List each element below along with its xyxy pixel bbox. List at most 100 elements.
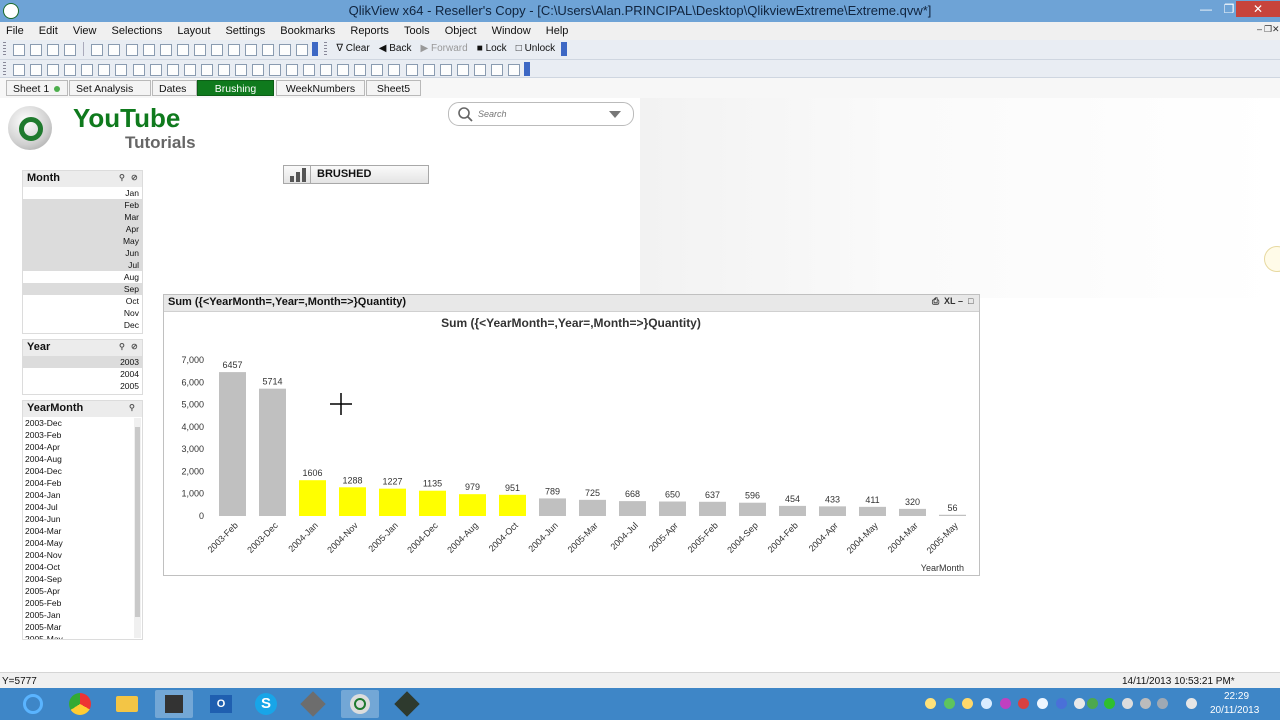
toolbar-grip[interactable] [3,42,6,56]
print-pdf-icon[interactable] [108,44,121,56]
toolbar-overflow[interactable] [523,62,530,76]
debug-icon[interactable] [279,44,292,56]
slider-icon[interactable] [217,64,230,76]
month-listbox-item[interactable]: Dec [23,319,142,331]
yearmonth-listbox-item[interactable]: 2004-Jun [23,513,133,525]
menu-help[interactable]: Help [540,22,575,37]
yearmonth-listbox[interactable]: YearMonth ⚲ 2003-Dec 2003-Feb 2004-Apr 2004… [22,400,143,640]
brushed-button[interactable]: BRUSHED [283,165,429,184]
bar[interactable] [259,388,286,516]
scrollbar-thumb[interactable] [135,427,140,617]
tab-brushing[interactable]: Brushing [197,80,274,96]
tray-icon[interactable] [1122,698,1133,709]
taskbar-outlook[interactable]: O [202,690,240,718]
taskbar-file-explorer[interactable] [108,690,146,718]
doc-close-button[interactable]: ✕ [1272,24,1280,35]
yearmonth-listbox-item[interactable]: 2004-Oct [23,561,133,573]
chart-icon[interactable] [115,64,128,76]
bar[interactable] [819,506,846,516]
container-icon[interactable] [269,64,281,76]
current-selections-icon[interactable] [149,64,162,76]
yearmonth-listbox-item[interactable]: 2005-Jan [23,609,133,621]
tray-icon[interactable] [1074,698,1085,709]
search-icon[interactable]: ⚲ [129,403,135,412]
month-listbox-item[interactable]: Apr [23,223,142,235]
bar[interactable] [419,490,446,516]
bar[interactable] [699,501,726,516]
yearmonth-listbox-item[interactable]: 2005-Feb [23,597,133,609]
lock-button[interactable]: ■ Lock [474,41,510,56]
yearmonth-scrollbar[interactable] [134,418,141,638]
chevron-down-icon[interactable] [609,111,621,119]
menu-bookmarks[interactable]: Bookmarks [274,22,341,37]
cut-icon[interactable] [125,44,138,56]
taskbar-chrome[interactable] [61,690,99,718]
menu-reports[interactable]: Reports [344,22,395,37]
year-listbox-item[interactable]: 2003 [23,356,142,368]
network-icon[interactable] [1157,698,1168,709]
tray-icon[interactable] [1087,698,1098,709]
tray-icon[interactable] [1018,698,1029,709]
month-listbox-item[interactable]: Oct [23,295,142,307]
sheet-properties-icon[interactable] [30,64,43,76]
month-listbox-item[interactable]: Jan [23,187,142,199]
search-object-icon[interactable] [251,64,264,76]
month-listbox-item[interactable]: Aug [23,271,142,283]
redo-icon[interactable] [176,44,189,56]
line-arrow-icon[interactable] [200,64,213,76]
edit-script-icon[interactable] [210,44,223,56]
month-listbox-item[interactable]: Jun [23,247,142,259]
taskbar-internet-explorer[interactable] [14,690,52,718]
multi-box-icon[interactable] [81,64,94,76]
expressions-icon[interactable] [507,64,520,76]
bookmark-object-icon[interactable] [234,64,247,76]
toolbar-overflow[interactable] [312,42,319,56]
close-button[interactable]: ✕ [1236,1,1280,17]
unlock-button[interactable]: □ Unlock [513,41,558,56]
bar[interactable] [779,505,806,516]
minimize-icon[interactable]: – [958,296,963,306]
taskbar-skype[interactable]: S [247,690,285,718]
tray-icon[interactable] [944,698,955,709]
space-vertical-icon[interactable] [439,64,452,76]
taskbar-qlikview[interactable] [341,690,379,718]
align-middle-icon[interactable] [388,64,401,76]
open-server-icon[interactable] [47,44,60,56]
bar[interactable] [219,372,246,516]
yearmonth-listbox-item[interactable]: 2005-May [23,633,133,639]
undo-icon[interactable] [159,44,172,56]
back-button[interactable]: ◀ Back [376,41,415,56]
space-horizontal-icon[interactable] [422,64,435,76]
menu-settings[interactable]: Settings [219,22,271,37]
yearmonth-listbox-item[interactable]: 2004-Sep [23,573,133,585]
bar[interactable] [539,498,566,516]
bar[interactable] [739,502,766,516]
yearmonth-listbox-item[interactable]: 2004-Jan [23,489,133,501]
tab-sheet-1[interactable]: Sheet 1 [6,80,68,96]
bar[interactable] [859,506,886,516]
tray-icon[interactable] [1037,698,1048,709]
bar[interactable] [499,494,526,516]
search-icon[interactable]: ⚲ [119,173,125,182]
bar[interactable] [939,514,966,516]
clear-selection-icon[interactable]: ⊘ [131,342,138,351]
print-icon[interactable]: ⎙ [932,296,939,307]
yearmonth-listbox-item[interactable]: 2004-Nov [23,549,133,561]
search-icon[interactable]: ⚲ [119,342,125,351]
clear-selection-icon[interactable]: ⊘ [131,173,138,182]
clear-button[interactable]: ∇ Clear [333,41,372,56]
text-object-icon[interactable] [183,64,196,76]
taskbar-app-stack[interactable] [155,690,193,718]
tab-weeknumbers[interactable]: WeekNumbers [276,80,365,96]
tab-sheet5[interactable]: Sheet5 [366,80,421,96]
bar[interactable] [379,488,406,516]
send-to-excel-button[interactable]: XL [944,296,956,306]
month-listbox-item[interactable]: Mar [23,211,142,223]
doc-minimize-button[interactable]: ‒ [1257,24,1262,34]
clock-time[interactable]: 22:29 [1224,691,1249,702]
search-object[interactable] [448,102,634,126]
partial-reload-icon[interactable] [262,44,274,56]
toolbar-grip[interactable] [3,62,6,76]
month-listbox-item[interactable]: Sep [23,283,142,295]
bar-chart[interactable]: Sum ({<YearMonth=,Year=,Month=>}Quantity… [164,312,979,575]
